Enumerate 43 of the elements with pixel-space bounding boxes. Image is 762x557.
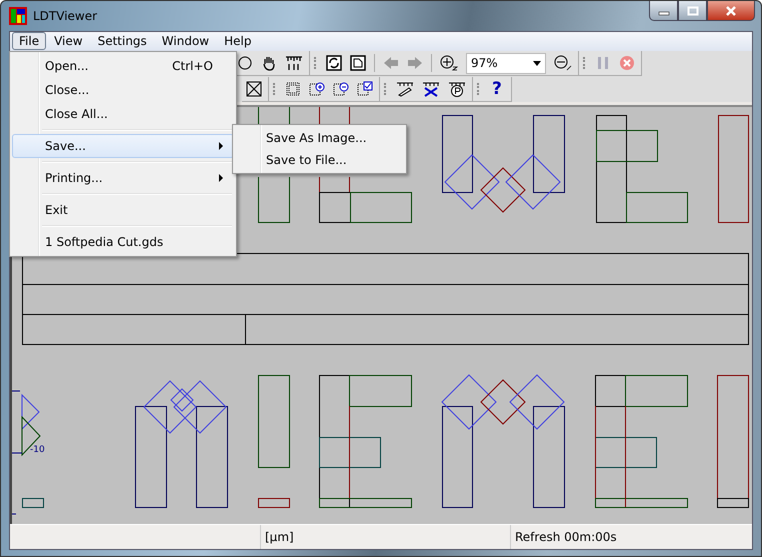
close-button[interactable] xyxy=(707,1,755,21)
zoom-dropdown[interactable]: 97% xyxy=(466,52,546,74)
submenu-arrow-icon xyxy=(219,174,223,182)
axis-label: -10 xyxy=(30,445,45,456)
maximize-button[interactable] xyxy=(678,1,707,21)
menu-item[interactable]: Exit xyxy=(12,198,234,222)
menu-bar-item[interactable]: Settings xyxy=(90,32,154,50)
window-title: LDTViewer xyxy=(33,9,98,23)
submenu-arrow-icon xyxy=(219,142,223,150)
menu-bar-item[interactable]: View xyxy=(47,32,90,50)
menu-item[interactable]: Open... Ctrl+O xyxy=(12,54,234,78)
ruler-pencil-icon[interactable] xyxy=(396,80,414,97)
grid-zoom-in-icon[interactable] xyxy=(309,80,325,97)
ruler-cross-icon[interactable] xyxy=(422,80,440,97)
app-logo-icon xyxy=(9,7,27,25)
minimize-button[interactable] xyxy=(649,1,678,21)
zoom-circle-icon[interactable] xyxy=(237,55,253,72)
menu-item[interactable]: Save... xyxy=(12,134,234,158)
refresh-icon[interactable] xyxy=(326,55,342,72)
page-icon[interactable] xyxy=(350,55,366,72)
ruler-icon[interactable] xyxy=(285,55,303,72)
menu-item[interactable]: Save As Image... xyxy=(235,127,404,149)
crossed-box-icon[interactable] xyxy=(246,80,262,97)
grid-check-icon[interactable] xyxy=(357,80,373,97)
close-icon xyxy=(725,6,737,16)
maximize-icon xyxy=(686,6,698,16)
grid-icon[interactable] xyxy=(285,80,301,97)
zoom-in-icon[interactable] xyxy=(440,55,458,72)
status-text: [µm] xyxy=(265,530,294,544)
menu-item[interactable]: Save to File... xyxy=(235,149,404,171)
ruler-p-icon[interactable] xyxy=(448,80,466,97)
hand-icon[interactable] xyxy=(261,55,277,72)
menu-item[interactable]: Close All... xyxy=(12,102,234,126)
menu-item[interactable]: Close... xyxy=(12,78,234,102)
caret-icon xyxy=(533,60,541,66)
menu-bar-item[interactable]: File xyxy=(12,32,46,50)
status-text: Refresh 00m:00s xyxy=(515,530,617,544)
menu-item[interactable]: Printing... xyxy=(12,166,234,190)
menu-item[interactable]: 1 Softpedia Cut.gds xyxy=(12,230,234,254)
menu-bar-item[interactable]: Help xyxy=(217,32,258,50)
zoom-out-icon[interactable] xyxy=(554,55,572,72)
menu-bar-item[interactable]: Window xyxy=(154,32,216,50)
grid-zoom-out-icon[interactable] xyxy=(333,80,349,97)
